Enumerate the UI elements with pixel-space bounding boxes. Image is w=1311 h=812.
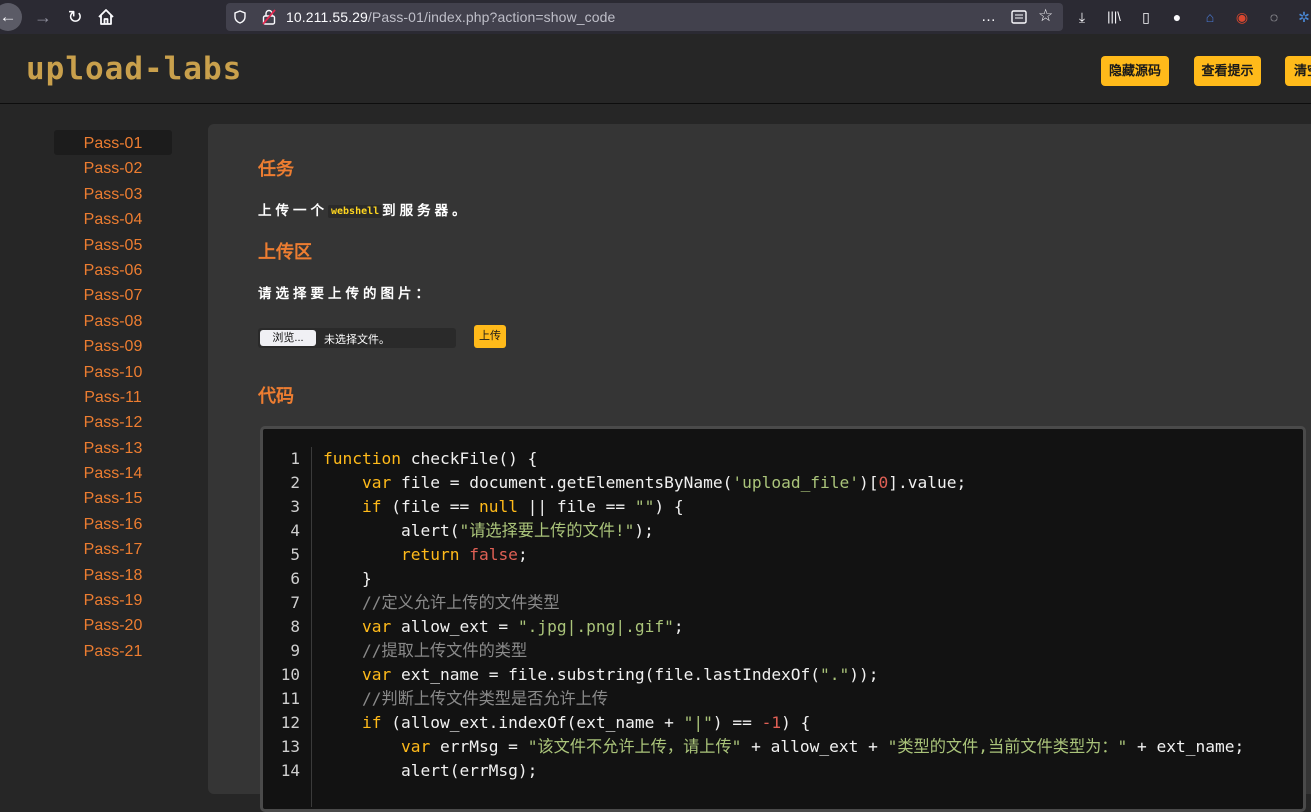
- library-icon[interactable]: |||\: [1104, 7, 1124, 27]
- upload-prompt: 请选择要上传的图片：: [258, 286, 433, 301]
- task-description: 上传一个 webshell 到服务器。: [258, 203, 470, 218]
- sidebar-item-pass-06[interactable]: Pass-06: [54, 257, 172, 282]
- webshell-code: webshell: [328, 205, 383, 218]
- bookmark-star-icon[interactable]: ☆: [1038, 6, 1053, 26]
- insecure-lock-icon[interactable]: [262, 9, 276, 25]
- sidebar-item-pass-19[interactable]: Pass-19: [54, 587, 172, 612]
- upload-heading: 上传区: [258, 242, 312, 262]
- sidebar-item-pass-13[interactable]: Pass-13: [54, 435, 172, 460]
- hide-source-button[interactable]: 隐藏源码: [1101, 56, 1169, 86]
- line-number: 8: [290, 617, 300, 636]
- sidebar-item-pass-09[interactable]: Pass-09: [54, 333, 172, 358]
- sidebar-item-pass-20[interactable]: Pass-20: [54, 612, 172, 637]
- sidebar-item-pass-05[interactable]: Pass-05: [54, 232, 172, 257]
- sidebar-item-pass-04[interactable]: Pass-04: [54, 206, 172, 231]
- line-number: 12: [280, 713, 300, 732]
- clear-button[interactable]: 清空: [1285, 56, 1311, 86]
- line-number: 10: [280, 665, 300, 684]
- file-status-text: 未选择文件。: [324, 334, 390, 346]
- file-input[interactable]: 浏览... 未选择文件。: [258, 328, 456, 348]
- task-heading: 任务: [258, 159, 294, 179]
- sidebar-item-pass-17[interactable]: Pass-17: [54, 536, 172, 561]
- sidebar-item-pass-18[interactable]: Pass-18: [54, 562, 172, 587]
- address-bar[interactable]: 10.211.55.29/Pass-01/index.php?action=sh…: [226, 3, 1063, 31]
- sidebar-item-pass-03[interactable]: Pass-03: [54, 181, 172, 206]
- line-number: 4: [290, 521, 300, 540]
- code-line: var ext_name = file.substring(file.lastI…: [361, 665, 879, 684]
- sidebar-item-pass-07[interactable]: Pass-07: [54, 282, 172, 307]
- line-number: 6: [290, 569, 300, 588]
- reader-view-icon[interactable]: [1011, 10, 1027, 24]
- code-line: if (file == null || file == "") {: [361, 497, 684, 516]
- main-panel: 任务 上传一个 webshell 到服务器。 上传区 请选择要上传的图片： 浏览..…: [208, 124, 1311, 812]
- code-line: alert(errMsg);: [323, 761, 538, 780]
- line-number-gutter: 1 2 3 4 5 6 7 8 9 10 11 12 13 14: [263, 447, 312, 807]
- line-number: 7: [290, 593, 300, 612]
- browser-toolbar: ← → ↻ 10.211.55.29/Pass-01/index.php?act…: [0, 0, 1311, 34]
- forward-arrow-icon[interactable]: →: [31, 5, 55, 29]
- line-number: 11: [280, 689, 300, 708]
- home-icon[interactable]: [94, 5, 118, 29]
- code-line: return false;: [400, 545, 528, 564]
- sidebar-item-pass-21[interactable]: Pass-21: [54, 638, 172, 663]
- site-logo[interactable]: upload-labs: [26, 52, 242, 86]
- code-line: }: [323, 569, 372, 588]
- line-number: 2: [290, 473, 300, 492]
- code-line: alert("请选择要上传的文件!");: [323, 521, 654, 540]
- line-number: 3: [290, 497, 300, 516]
- extension-gear-icon[interactable]: ✲: [1294, 7, 1311, 27]
- code-line: var file = document.getElementsByName('u…: [361, 473, 967, 492]
- account-icon[interactable]: ●: [1167, 7, 1187, 27]
- extension-hackbar-icon[interactable]: ◉: [1232, 7, 1252, 27]
- translate-icon[interactable]: ⌂: [1200, 7, 1220, 27]
- sidebar-item-pass-14[interactable]: Pass-14: [54, 460, 172, 485]
- line-number: 5: [290, 545, 300, 564]
- code-line: function checkFile() {: [323, 449, 538, 468]
- view-hint-button[interactable]: 查看提示: [1194, 56, 1261, 86]
- code-line: var errMsg = "该文件不允许上传，请上传" + allow_ext …: [400, 737, 1245, 756]
- more-icon[interactable]: …: [981, 7, 996, 27]
- shield-icon[interactable]: [234, 10, 246, 24]
- code-line: if (allow_ext.indexOf(ext_name + "|") ==…: [361, 713, 811, 732]
- url-text: 10.211.55.29/Pass-01/index.php?action=sh…: [286, 9, 616, 25]
- sidebar-item-pass-01[interactable]: Pass-01: [54, 130, 172, 156]
- line-number: 9: [290, 641, 300, 660]
- site-header: upload-labs 隐藏源码 查看提示 清空: [0, 34, 1311, 104]
- line-number: 13: [280, 737, 300, 756]
- upload-submit-button[interactable]: 上传: [474, 325, 506, 348]
- sidebar-item-pass-16[interactable]: Pass-16: [54, 511, 172, 536]
- code-line: //定义允许上传的文件类型: [361, 593, 560, 612]
- code-line: //判断上传文件类型是否允许上传: [361, 689, 609, 708]
- download-icon[interactable]: ⤓: [1072, 7, 1092, 27]
- sidebar-item-pass-15[interactable]: Pass-15: [54, 485, 172, 510]
- code-lines: function checkFile() { var file = docume…: [323, 447, 1244, 783]
- sidebar-toggle-icon[interactable]: ▯: [1136, 7, 1156, 27]
- browse-button[interactable]: 浏览...: [260, 330, 316, 346]
- code-block: 1 2 3 4 5 6 7 8 9 10 11 12 13 14 function checkFile()…: [260, 426, 1306, 812]
- sidebar-item-pass-08[interactable]: Pass-08: [54, 308, 172, 333]
- code-line: var allow_ext = ".jpg|.png|.gif";: [361, 617, 684, 636]
- sidebar-level-list: Pass-01 Pass-02 Pass-03 Pass-04 Pass-05 Pass-…: [54, 130, 172, 663]
- back-arrow-icon[interactable]: ←: [0, 3, 22, 31]
- reload-icon[interactable]: ↻: [63, 5, 87, 29]
- sidebar-item-pass-10[interactable]: Pass-10: [54, 359, 172, 384]
- line-number: 1: [290, 449, 300, 468]
- sidebar-item-pass-02[interactable]: Pass-02: [54, 155, 172, 180]
- code-heading: 代码: [258, 386, 294, 406]
- code-line: //提取上传文件的类型: [361, 641, 528, 660]
- line-number: 14: [280, 761, 300, 780]
- sidebar-item-pass-11[interactable]: Pass-11: [54, 384, 172, 409]
- sidebar-item-pass-12[interactable]: Pass-12: [54, 409, 172, 434]
- extension-icon[interactable]: ◌: [1264, 7, 1284, 27]
